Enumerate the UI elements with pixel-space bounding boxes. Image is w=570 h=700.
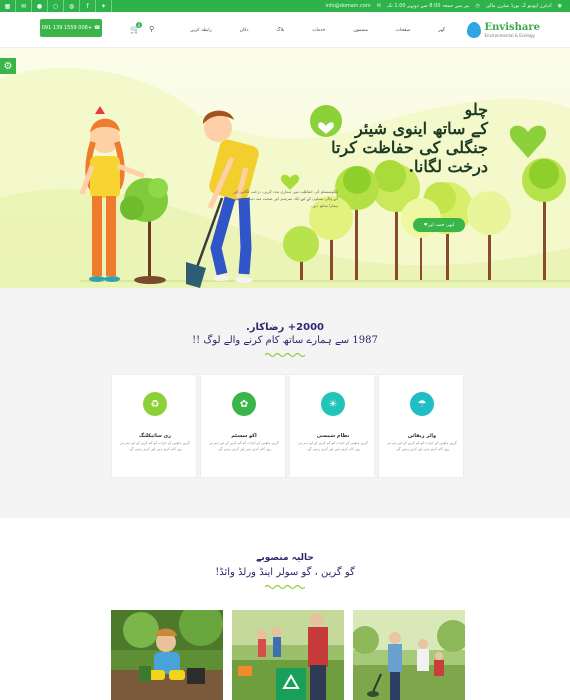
logo-title: Envishare	[484, 21, 540, 33]
drop-icon: ☂	[410, 392, 434, 416]
logo-tagline: Environmental & Ecology	[484, 32, 535, 38]
phone-button[interactable]: 091 139 1559 008+ ☎	[40, 19, 102, 37]
projects-title: حالیہ منصوبے	[256, 553, 314, 563]
leaf-icon: ✿	[232, 392, 256, 416]
nav-item-articles[interactable]: مضمون	[353, 28, 368, 33]
hero-title-line2a: کے ساتھ	[427, 119, 488, 138]
email-text[interactable]: info@domain.com	[325, 3, 370, 9]
facebook-icon[interactable]: f	[80, 0, 96, 12]
recycling-volunteers-image	[232, 610, 344, 700]
hero-cta-button[interactable]: ابھی حصہ لیں ❤	[413, 218, 465, 232]
logo-drop-icon	[467, 22, 482, 38]
service-card-ecosystem[interactable]: ✿ اکو سسٹم گرین ہاؤس کے اثرات کو کم کرنے…	[200, 374, 286, 478]
phone-icon: ☎	[94, 25, 101, 31]
sun-icon: ☀	[321, 392, 345, 416]
logo-text: Envishare Environmental & Ecology	[484, 21, 540, 38]
child-planting-image	[111, 610, 223, 700]
site-logo[interactable]: Envishare Environmental & Ecology	[467, 18, 540, 42]
search-icon[interactable]: ⚲	[149, 25, 154, 33]
service-text: گرین ہاؤس کے اثرات کو کم کرنے کے لیے ہم …	[298, 441, 368, 451]
rss-icon[interactable]: ○	[48, 0, 64, 12]
hero-title-line1: چلو	[464, 100, 488, 119]
volunteer-subtitle: 1987 سے ہمارے ساتھ کام کرنے والے لوگ !!	[192, 335, 378, 346]
hero-description: ایکوسسٹم کی حفاظت میں ہماری مدد کریں، در…	[233, 189, 338, 208]
hero-cta-label: ابھی حصہ لیں	[427, 222, 455, 228]
wave-divider	[265, 352, 305, 358]
settings-gear-icon[interactable]: ⚙	[0, 58, 16, 74]
family-planting-image	[353, 610, 465, 700]
address-text: ادیٹرز ایونیو 2، بورڈ سٹرن مالی	[485, 3, 552, 9]
project-photo-3[interactable]	[353, 610, 465, 700]
service-card-water[interactable]: ☂ واٹر ریفائن گرین ہاؤس کے اثرات کو کم ک…	[378, 374, 464, 478]
nav-item-shop[interactable]: دکان	[240, 28, 249, 33]
phone-label: 091 139 1559 008+	[41, 25, 93, 31]
nav-item-pages[interactable]: صفحات	[396, 28, 411, 33]
contact-info: ◉ ادیٹرز ایونیو 2، بورڈ سٹرن مالی ◷ پیر …	[325, 0, 562, 12]
wave-divider	[265, 584, 305, 590]
hero-title-line3: جنگلی کی حفاظت کرتا	[331, 138, 488, 157]
grid-icon[interactable]: ▦	[0, 0, 16, 12]
mail-small-icon: ✉	[376, 3, 381, 9]
pinterest-icon[interactable]: ●	[32, 0, 48, 12]
recycle-icon: ♻	[143, 392, 167, 416]
clock-icon: ◷	[475, 3, 480, 9]
volunteer-count-title: 2000+ رضاکار.	[245, 322, 324, 333]
hero-title-line4: درخت لگانا.	[408, 157, 488, 176]
service-title: واٹر ریفائن	[407, 433, 437, 439]
main-nav: گھر صفحات مضمون خدمات بلاگ دکان رابطہ کر…	[190, 24, 445, 36]
service-title: نظام شمسی	[316, 433, 350, 439]
top-bar: ▦ ✉ ● ○ ◍ f ✦ ◉ ادیٹرز ایونیو 2، بورڈ سٹ…	[0, 0, 570, 12]
hours-text: پیر سے جمعہ 8:00 سے دوپہر 1:00 تک	[386, 3, 470, 9]
service-card-solar[interactable]: ☀ نظام شمسی گرین ہاؤس کے اثرات کو کم کرن…	[289, 374, 375, 478]
heart-button-icon: ❤	[423, 222, 428, 228]
hero-title-brand: اینوی شیئر	[355, 119, 428, 138]
hero-heading: چلو کے ساتھ اینوی شیئر جنگلی کی حفاظت کر…	[288, 100, 488, 176]
projects-subtitle: گو گرین ، گو سولر اینڈ ورلڈ وائڈ!	[215, 567, 355, 578]
service-card-recycling[interactable]: ♻ ری سائیکلنگ گرین ہاؤس کے اثرات کو کم ک…	[111, 374, 197, 478]
location-icon: ◉	[557, 3, 562, 9]
skype-icon[interactable]: ◍	[64, 0, 80, 12]
nav-item-contact[interactable]: رابطہ کریں	[190, 28, 212, 33]
nav-item-home[interactable]: گھر	[438, 28, 445, 33]
project-photo-1[interactable]	[111, 610, 223, 700]
cart-count-badge: 0	[136, 22, 142, 28]
twitter-icon[interactable]: ✦	[96, 0, 112, 12]
project-photo-2[interactable]	[232, 610, 344, 700]
hero-section: چلو کے ساتھ اینوی شیئر جنگلی کی حفاظت کر…	[0, 48, 570, 288]
service-title: ری سائیکلنگ	[138, 433, 172, 439]
service-text: گرین ہاؤس کے اثرات کو کم کرنے کے لیے ہم …	[209, 441, 279, 451]
service-text: گرین ہاؤس کے اثرات کو کم کرنے کے لیے ہم …	[120, 441, 190, 451]
site-header: 091 139 1559 008+ ☎ 🛒 0 ⚲ گھر صفحات مضمو…	[0, 12, 570, 48]
nav-item-services[interactable]: خدمات	[312, 28, 325, 33]
nav-item-blog[interactable]: بلاگ	[276, 28, 284, 33]
hero-title-line2: کے ساتھ اینوی شیئر	[288, 119, 488, 138]
social-links: ▦ ✉ ● ○ ◍ f ✦	[0, 0, 112, 12]
mail-icon[interactable]: ✉	[16, 0, 32, 12]
service-text: گرین ہاؤس کے اثرات کو کم کرنے کے لیے ہم …	[387, 441, 457, 451]
service-title: اکو سسٹم	[231, 433, 257, 439]
